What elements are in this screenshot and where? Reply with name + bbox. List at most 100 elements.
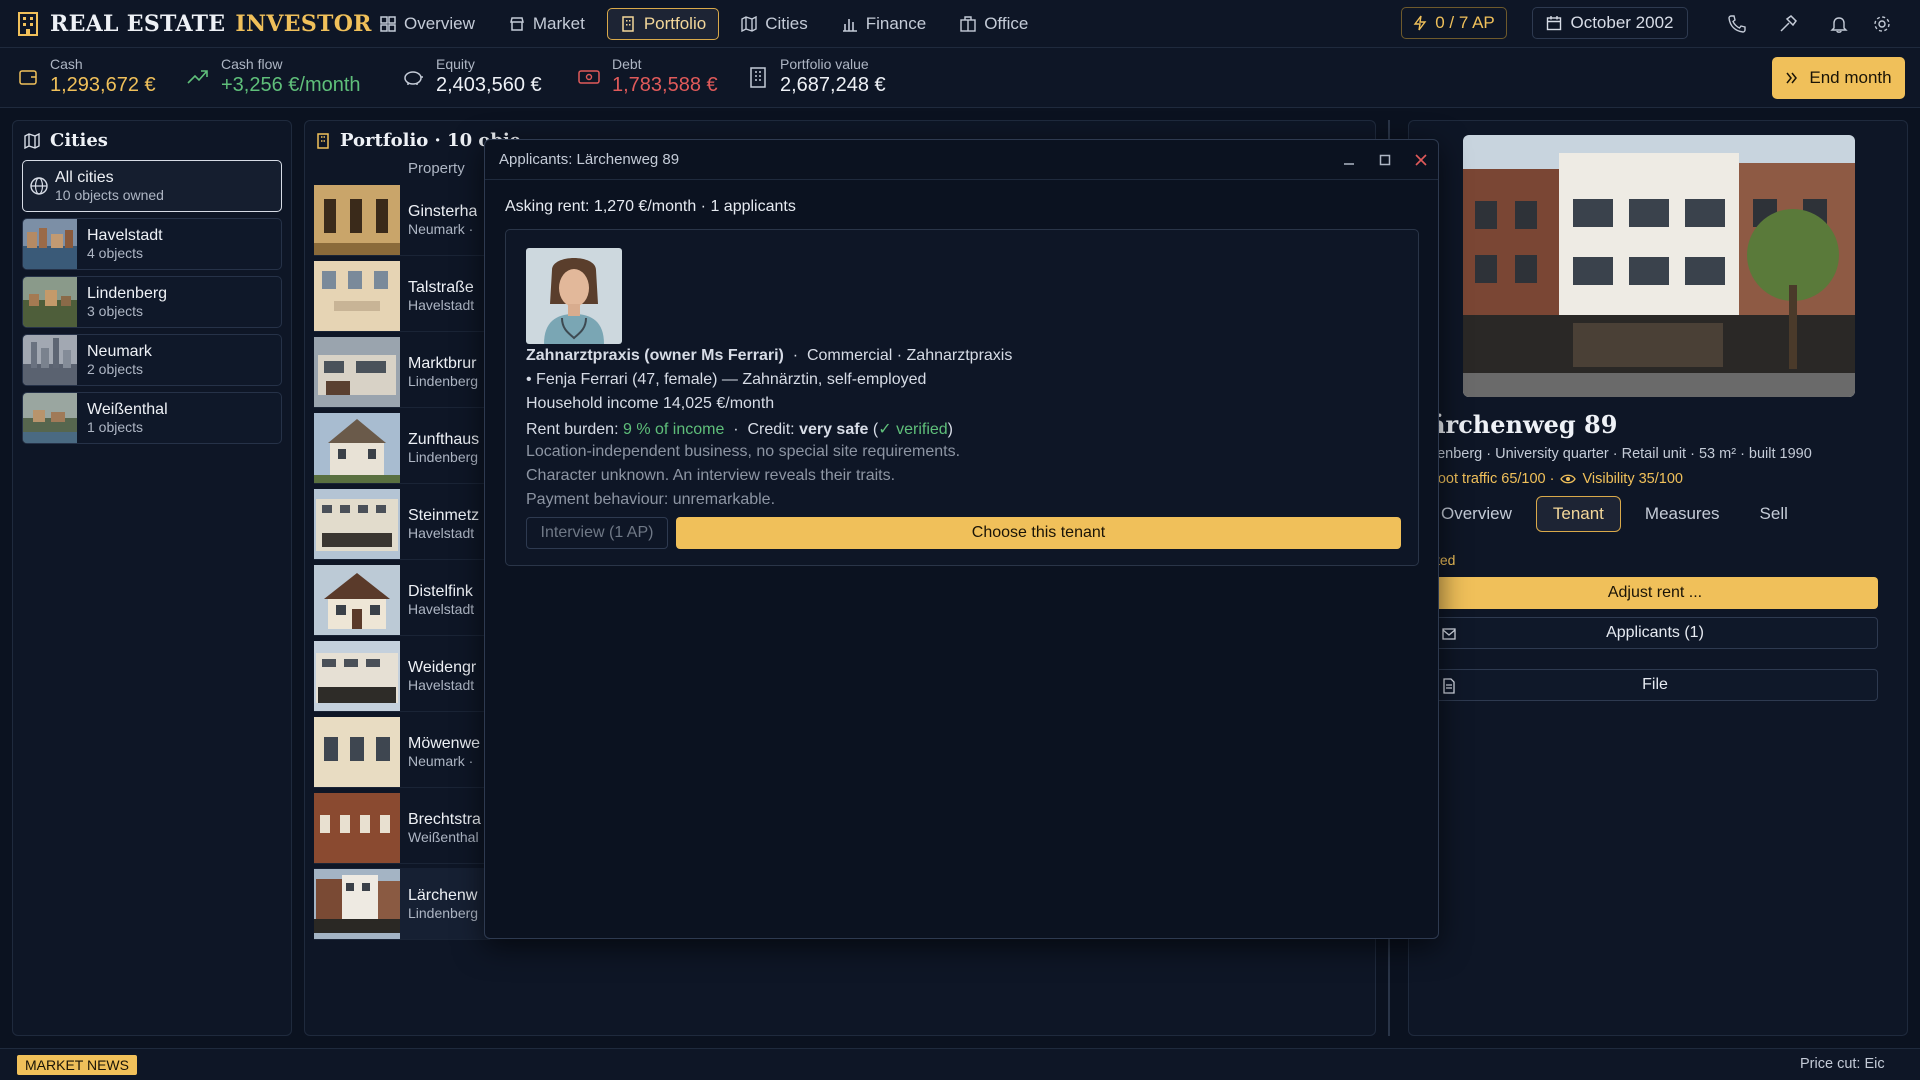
stat-equity-value: 2,403,560 € (436, 74, 542, 96)
property-row[interactable]: Steinmetz Havelstadt (314, 488, 490, 560)
property-row[interactable]: Distelfink Havelstadt (314, 564, 490, 636)
nav-portfolio[interactable]: Portfolio (606, 8, 720, 40)
property-name: Marktbrur (408, 354, 477, 372)
interview-button[interactable]: Interview (1 AP) (526, 517, 668, 549)
main-nav: Overview Market Portfolio Cities Finance… (368, 8, 1040, 40)
property-thumbnail (314, 792, 400, 863)
bell-icon (1830, 17, 1848, 33)
column-header-property[interactable]: Property (408, 160, 465, 177)
news-ticker-text[interactable]: Price cut: Eic (1800, 1056, 1912, 1072)
settings-button[interactable] (1870, 12, 1894, 36)
property-row[interactable]: Zunfthaus Lindenberg (314, 412, 490, 484)
tools-button[interactable] (1776, 12, 1800, 36)
stat-debt-label: Debt (612, 56, 642, 72)
tab-overview[interactable]: Overview (1425, 496, 1528, 532)
property-city: Lindenberg (408, 904, 479, 921)
property-city: Lindenberg (408, 448, 479, 465)
city-count: 2 objects (87, 361, 144, 377)
date-display[interactable]: October 2002 (1532, 7, 1688, 39)
cities-panel-title: Cities (24, 130, 108, 151)
burden-label: Rent burden: (526, 421, 619, 438)
property-row-selected[interactable]: Lärchenw Lindenberg (314, 868, 490, 940)
phone-icon (1728, 15, 1746, 33)
stat-portfolio-value: Portfolio value 2,687,248 € (748, 56, 886, 98)
detail-tabs: Overview Tenant Measures Sell (1425, 496, 1804, 532)
credit-verified: ✓ verified (878, 421, 948, 438)
maximize-button[interactable] (1373, 148, 1397, 172)
nav-office[interactable]: Office (948, 8, 1040, 40)
city-item-all[interactable]: All cities 10 objects owned (22, 160, 282, 212)
action-points-value: 0 / 7 AP (1435, 13, 1495, 32)
tab-tenant[interactable]: Tenant (1535, 496, 1621, 532)
city-count: 1 objects (87, 419, 144, 435)
credit-label: Credit: (747, 421, 795, 438)
dialog-titlebar[interactable]: Applicants: Lärchenweg 89 (485, 140, 1438, 180)
city-thumbnail (23, 335, 77, 385)
nav-market-label: Market (532, 14, 585, 33)
applicant-type: Commercial · Zahnarztpraxis (806, 347, 1013, 364)
property-thumbnail (314, 564, 400, 635)
property-row[interactable]: Marktbrur Lindenberg (314, 336, 490, 408)
nav-finance-label: Finance (865, 14, 927, 33)
property-name: Brechtstra (408, 810, 481, 828)
building-icon (750, 67, 766, 88)
city-item-lindenberg[interactable]: Lindenberg 3 objects (22, 276, 282, 328)
applicants-dialog: Applicants: Lärchenweg 89 Asking rent: 1… (484, 139, 1439, 939)
stats-bar: Cash 1,293,672 € Cash flow +3,256 €/mont… (0, 48, 1920, 108)
map-icon (741, 16, 757, 32)
stat-cashflow-value: +3,256 €/month (221, 74, 361, 96)
document-icon (1443, 678, 1455, 694)
choose-tenant-button[interactable]: Choose this tenant (676, 517, 1401, 549)
action-points-badge[interactable]: 0 / 7 AP (1401, 7, 1507, 39)
adjust-rent-button[interactable]: Adjust rent ... (1432, 577, 1878, 609)
applicants-label: Applicants (1) (1606, 624, 1704, 641)
notifications-button[interactable] (1827, 12, 1851, 36)
property-row[interactable]: Möwenwe Neumark · (314, 716, 490, 788)
cities-title-text: Cities (50, 130, 108, 151)
market-news-badge: MARKET NEWS (17, 1055, 137, 1075)
stat-equity: Equity 2,403,560 € (402, 56, 542, 98)
property-row[interactable]: Ginsterha Neumark · (314, 184, 490, 256)
property-row[interactable]: Brechtstra Weißenthal (314, 792, 490, 864)
property-photo-image (1463, 135, 1855, 397)
property-name: Zunfthaus (408, 430, 480, 448)
credit-value: very safe (799, 421, 869, 438)
minimize-button[interactable] (1337, 148, 1361, 172)
property-row[interactable]: Weidengr Havelstadt (314, 640, 490, 712)
property-row[interactable]: Talstraße Havelstadt (314, 260, 490, 332)
applicant-note: Character unknown. An interview reveals … (526, 467, 896, 484)
property-thumbnail (314, 260, 400, 331)
nav-cities[interactable]: Cities (729, 8, 820, 40)
nav-cities-label: Cities (765, 14, 808, 33)
close-button[interactable] (1409, 148, 1433, 172)
end-month-button[interactable]: End month (1772, 57, 1905, 99)
phone-button[interactable] (1725, 12, 1749, 36)
property-thumbnail (314, 412, 400, 483)
city-item-havelstadt[interactable]: Havelstadt 4 objects (22, 218, 282, 270)
property-name: Distelfink (408, 582, 473, 600)
stat-debt-value: 1,783,588 € (612, 74, 718, 96)
building-icon (622, 16, 634, 32)
piggy-bank-icon (404, 71, 423, 85)
city-count: 3 objects (87, 303, 144, 319)
city-item-neumark[interactable]: Neumark 2 objects (22, 334, 282, 386)
property-city: Havelstadt (408, 600, 475, 617)
stat-cash-label: Cash (50, 56, 83, 72)
file-button[interactable]: File (1432, 669, 1878, 701)
applicant-rent-credit: Rent burden: 9 % of income · Credit: ver… (526, 419, 953, 439)
nav-market[interactable]: Market (497, 8, 597, 40)
applicants-button[interactable]: Applicants (1) (1432, 617, 1878, 649)
city-name: Neumark (87, 343, 152, 360)
city-item-weissenthal[interactable]: Weißenthal 1 objects (22, 392, 282, 444)
property-city: Havelstadt (408, 524, 475, 541)
city-name: Weißenthal (87, 401, 168, 418)
visibility: Visibility 35/100 (1582, 471, 1683, 487)
nav-overview[interactable]: Overview (368, 8, 487, 40)
store-icon (509, 17, 524, 31)
tab-sell[interactable]: Sell (1744, 496, 1804, 532)
property-thumbnail (314, 640, 400, 711)
tab-measures[interactable]: Measures (1629, 496, 1736, 532)
property-name: Möwenwe (408, 734, 481, 752)
property-name: Steinmetz (408, 506, 480, 524)
nav-finance[interactable]: Finance (830, 8, 938, 40)
